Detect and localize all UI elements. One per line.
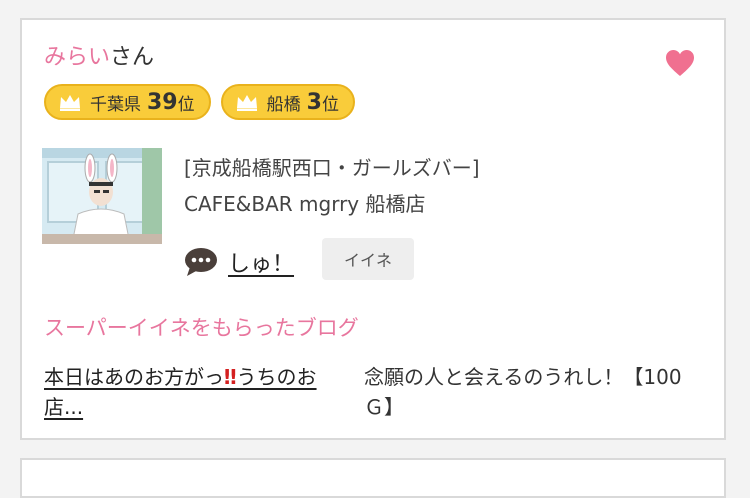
shop-thumbnail[interactable]: [42, 148, 162, 244]
heart-icon[interactable]: [664, 48, 696, 78]
speech-bubble-icon: [185, 248, 217, 276]
iine-button[interactable]: イイネ: [322, 238, 414, 280]
user-name[interactable]: みらいさん: [44, 44, 154, 72]
blog-title-link[interactable]: 本日はあのお方がっ‼うちのお店...: [44, 362, 344, 422]
ranking-badges: 千葉県 39 位 船橋 3 位: [44, 84, 355, 120]
badge-rank-unit: 位: [321, 94, 339, 115]
double-exclamation-icon: ‼: [224, 365, 237, 389]
comment: しゅ！: [184, 246, 294, 278]
badge-rank: 39: [147, 89, 178, 115]
badge-area: 船橋: [266, 94, 301, 115]
blog-title-text: 本日はあのお方がっ: [44, 365, 224, 389]
comment-text[interactable]: しゅ！: [228, 246, 294, 278]
crown-icon: [60, 95, 80, 111]
shop-thumbnail-image: [42, 148, 162, 244]
shop-category[interactable]: [京成船橋駅西口・ガールズバー]: [184, 152, 480, 181]
blog-excerpt: 念願の人と会えるのうれし！【100Ｇ】: [364, 365, 682, 419]
badge-rank-unit: 位: [177, 94, 195, 115]
ranking-badge-prefecture[interactable]: 千葉県 39 位: [44, 84, 211, 120]
user-name-suffix: さん: [110, 45, 155, 70]
crown-icon: [236, 95, 257, 111]
badge-area: 千葉県: [90, 94, 141, 115]
shop-name[interactable]: CAFE&BAR mgrry 船橋店: [184, 188, 426, 217]
blog-section-title: スーパーイイネをもらったブログ: [44, 316, 359, 340]
next-card: [20, 458, 726, 498]
ranking-badge-city[interactable]: 船橋 3 位: [220, 84, 355, 120]
user-card: みらいさん 千葉県 39 位 船橋 3 位 [京成船橋駅西口・ガールズバー] C…: [20, 18, 726, 440]
user-name-text[interactable]: みらい: [44, 45, 110, 70]
badge-rank: 3: [306, 89, 322, 115]
